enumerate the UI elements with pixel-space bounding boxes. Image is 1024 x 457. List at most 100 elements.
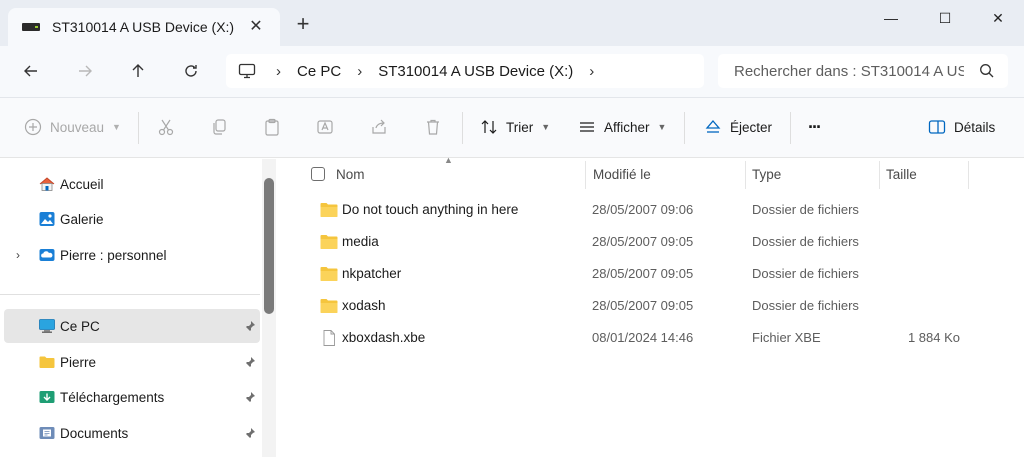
sidebar-item-label: Ce PC — [60, 318, 100, 334]
up-button[interactable] — [123, 56, 153, 86]
close-window-button[interactable]: ✕ — [983, 6, 1013, 30]
file-type: Fichier XBE — [752, 330, 821, 345]
sidebar-item-telechargements[interactable]: Téléchargements — [4, 380, 260, 414]
sidebar-item-pierre[interactable]: Pierre — [4, 345, 260, 379]
cloud-folder-icon — [39, 249, 55, 261]
pin-icon[interactable] — [244, 356, 256, 368]
clipboard-icon — [265, 118, 279, 136]
file-size: 1 884 Ko — [907, 330, 960, 345]
paste-button[interactable] — [263, 112, 281, 142]
trash-icon — [427, 119, 439, 135]
sidebar-item-accueil[interactable]: Accueil — [4, 167, 260, 201]
column-divider[interactable] — [879, 161, 880, 189]
forward-button[interactable] — [70, 56, 100, 86]
breadcrumb-separator: › — [276, 62, 281, 80]
column-header-type[interactable]: Type — [752, 159, 781, 189]
delete-button[interactable] — [424, 112, 442, 142]
share-icon — [372, 119, 386, 134]
refresh-icon — [185, 65, 197, 77]
column-divider[interactable] — [585, 161, 586, 189]
file-type: Dossier de fichiers — [752, 298, 859, 313]
breadcrumb-usb-device[interactable]: ST310014 A USB Device (X:) — [378, 63, 573, 80]
search-box — [718, 54, 1008, 88]
rename-button[interactable] — [316, 112, 334, 142]
scissors-icon — [158, 119, 174, 136]
copy-button[interactable] — [210, 112, 228, 142]
tab-usb-device[interactable]: ST310014 A USB Device (X:) ✕ — [8, 8, 280, 46]
details-label: Détails — [954, 119, 996, 135]
breadcrumb-separator[interactable]: › — [357, 63, 362, 80]
sort-ascending-icon: ▲ — [444, 155, 453, 165]
file-modified: 28/05/2007 09:06 — [592, 202, 694, 217]
more-options-button[interactable]: ··· — [808, 112, 822, 142]
sidebar-divider — [0, 294, 260, 295]
new-button[interactable]: Nouveau ▼ — [24, 112, 121, 142]
share-button[interactable] — [370, 112, 388, 142]
new-tab-button[interactable]: + — [292, 13, 314, 36]
search-input[interactable] — [734, 62, 964, 80]
close-tab-icon[interactable]: ✕ — [246, 17, 266, 37]
eject-button[interactable]: Éjecter — [704, 112, 772, 142]
breadcrumb-separator[interactable]: › — [589, 63, 594, 80]
sidebar-scrollbar-thumb[interactable] — [264, 178, 274, 314]
sort-button[interactable]: Trier ▼ — [480, 112, 550, 142]
file-type: Dossier de fichiers — [752, 202, 859, 217]
file-icon — [323, 330, 335, 346]
sidebar-item-label: Accueil — [60, 176, 104, 192]
chevron-right-icon[interactable]: › — [16, 248, 20, 262]
maximize-button[interactable]: ☐ — [930, 6, 960, 30]
minimize-button[interactable]: — — [876, 6, 906, 30]
file-name: Do not touch anything in here — [342, 202, 519, 217]
file-name: xodash — [342, 298, 386, 313]
eject-icon — [705, 120, 721, 133]
command-divider — [138, 112, 139, 144]
cut-button[interactable] — [157, 112, 175, 142]
pc-icon — [39, 319, 55, 333]
column-header-name[interactable]: Nom — [336, 159, 365, 189]
pin-icon[interactable] — [244, 391, 256, 403]
sort-label: Trier — [506, 119, 534, 135]
table-row[interactable]: nkpatcher 28/05/2007 09:05 Dossier de fi… — [310, 258, 1010, 290]
eject-label: Éjecter — [730, 119, 773, 135]
plus-circle-icon — [24, 118, 42, 136]
select-all-checkbox[interactable] — [311, 167, 325, 181]
column-header-modified[interactable]: Modifié le — [593, 159, 651, 189]
table-row[interactable]: xodash 28/05/2007 09:05 Dossier de fichi… — [310, 290, 1010, 322]
search-icon[interactable] — [978, 62, 996, 80]
folder-icon — [320, 235, 338, 249]
sidebar-item-label: Pierre : personnel — [60, 247, 167, 263]
gallery-icon — [39, 212, 55, 226]
rename-icon — [317, 120, 333, 134]
back-button[interactable] — [16, 56, 46, 86]
file-name: nkpatcher — [342, 266, 402, 281]
usb-drive-icon — [22, 23, 40, 31]
folder-icon — [320, 203, 338, 217]
column-divider[interactable] — [968, 161, 969, 189]
sidebar-item-ce-pc[interactable]: Ce PC — [4, 309, 260, 343]
table-row[interactable]: xboxdash.xbe 08/01/2024 14:46 Fichier XB… — [310, 322, 1010, 354]
folder-icon — [320, 299, 338, 313]
command-divider — [684, 112, 685, 144]
table-row[interactable]: Do not touch anything in here 28/05/2007… — [310, 194, 1010, 226]
arrow-left-icon — [24, 65, 37, 77]
sidebar-item-pierre-personnel[interactable]: › Pierre : personnel — [4, 238, 260, 272]
refresh-button[interactable] — [176, 56, 206, 86]
address-bar[interactable]: › Ce PC › ST310014 A USB Device (X:) › — [226, 54, 704, 88]
monitor-icon — [238, 63, 256, 79]
column-divider[interactable] — [745, 161, 746, 189]
column-header-size[interactable]: Taille — [886, 159, 917, 189]
sidebar-item-label: Pierre — [60, 354, 97, 370]
table-row[interactable]: media 28/05/2007 09:05 Dossier de fichie… — [310, 226, 1010, 258]
sidebar-item-documents[interactable]: Documents — [4, 416, 260, 450]
file-name: media — [342, 234, 379, 249]
file-name: xboxdash.xbe — [342, 330, 426, 345]
pin-icon[interactable] — [244, 320, 256, 332]
breadcrumb-ce-pc[interactable]: Ce PC — [297, 63, 341, 80]
pin-icon[interactable] — [244, 427, 256, 439]
command-bar: Nouveau ▼ Trier ▼ Afficher ▼ Éjecter ···… — [0, 98, 1024, 158]
view-button[interactable]: Afficher ▼ — [578, 112, 666, 142]
sidebar-item-galerie[interactable]: Galerie — [4, 202, 260, 236]
details-button[interactable]: Détails — [928, 112, 995, 142]
file-modified: 28/05/2007 09:05 — [592, 266, 694, 281]
tab-title: ST310014 A USB Device (X:) — [52, 19, 235, 35]
